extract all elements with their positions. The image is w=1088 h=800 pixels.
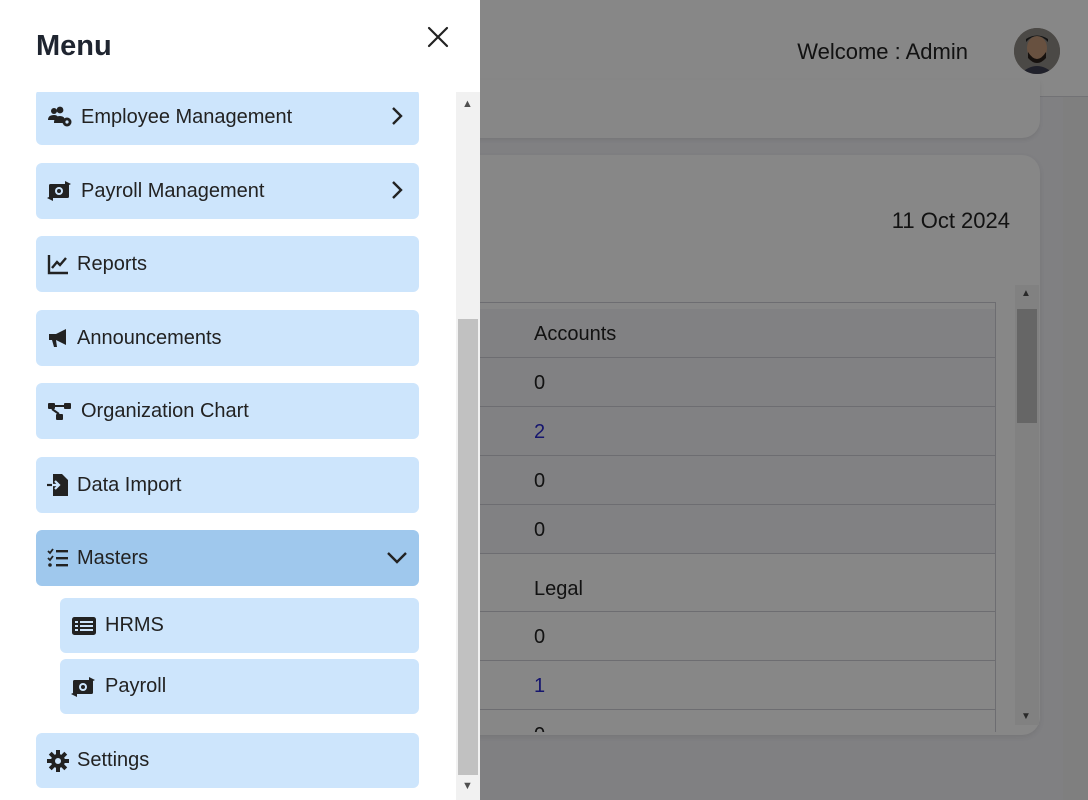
- chevron-right-icon: [392, 181, 403, 199]
- menu-item-payroll-management[interactable]: Payroll Management: [36, 163, 419, 219]
- menu-list: Employee Management Payroll Management R…: [0, 92, 456, 800]
- menu-scrollbar[interactable]: ▲ ▼: [456, 92, 480, 800]
- menu-item-label: Reports: [77, 252, 148, 275]
- line-chart-icon: [47, 251, 69, 277]
- scroll-down-arrow-icon[interactable]: ▼: [462, 780, 473, 792]
- menu-title: Menu: [36, 30, 112, 62]
- menu-item-organization-chart[interactable]: Organization Chart: [36, 383, 419, 439]
- menu-item-label: Employee Management: [81, 105, 293, 128]
- scroll-up-arrow-icon[interactable]: ▲: [462, 98, 473, 110]
- table-list-icon: [71, 613, 97, 639]
- bullhorn-icon: [47, 325, 69, 351]
- side-menu-drawer: Menu Employee Management Payroll Managem…: [0, 0, 480, 800]
- close-button[interactable]: [423, 22, 453, 52]
- file-import-icon: [47, 472, 69, 498]
- menu-scrollbar-thumb[interactable]: [458, 319, 478, 775]
- menu-item-settings[interactable]: Settings: [36, 733, 419, 788]
- menu-item-payroll[interactable]: Payroll: [60, 659, 419, 714]
- menu-item-data-import[interactable]: Data Import: [36, 457, 419, 513]
- menu-item-label: Masters: [77, 546, 149, 569]
- users-gear-icon: [47, 104, 73, 130]
- menu-item-label: Payroll Management: [81, 179, 265, 202]
- money-bill-transfer-icon: [71, 674, 97, 700]
- menu-item-hrms[interactable]: HRMS: [60, 598, 419, 653]
- menu-item-label: Data Import: [77, 473, 182, 496]
- menu-item-label: Announcements: [77, 326, 222, 349]
- menu-item-label: Payroll: [105, 675, 167, 697]
- menu-item-reports[interactable]: Reports: [36, 236, 419, 292]
- menu-item-label: Organization Chart: [81, 399, 249, 422]
- chevron-down-icon: [387, 552, 407, 564]
- gear-icon: [47, 748, 69, 774]
- menu-item-employee-management[interactable]: Employee Management: [36, 92, 419, 145]
- menu-item-masters[interactable]: Masters: [36, 530, 419, 586]
- chevron-right-icon: [392, 107, 403, 125]
- money-bill-transfer-icon: [47, 178, 73, 204]
- menu-item-announcements[interactable]: Announcements: [36, 310, 419, 366]
- close-icon: [427, 26, 449, 48]
- menu-item-label: HRMS: [105, 614, 164, 636]
- list-check-icon: [47, 545, 69, 571]
- menu-item-label: Settings: [77, 749, 150, 771]
- sitemap-icon: [47, 398, 73, 424]
